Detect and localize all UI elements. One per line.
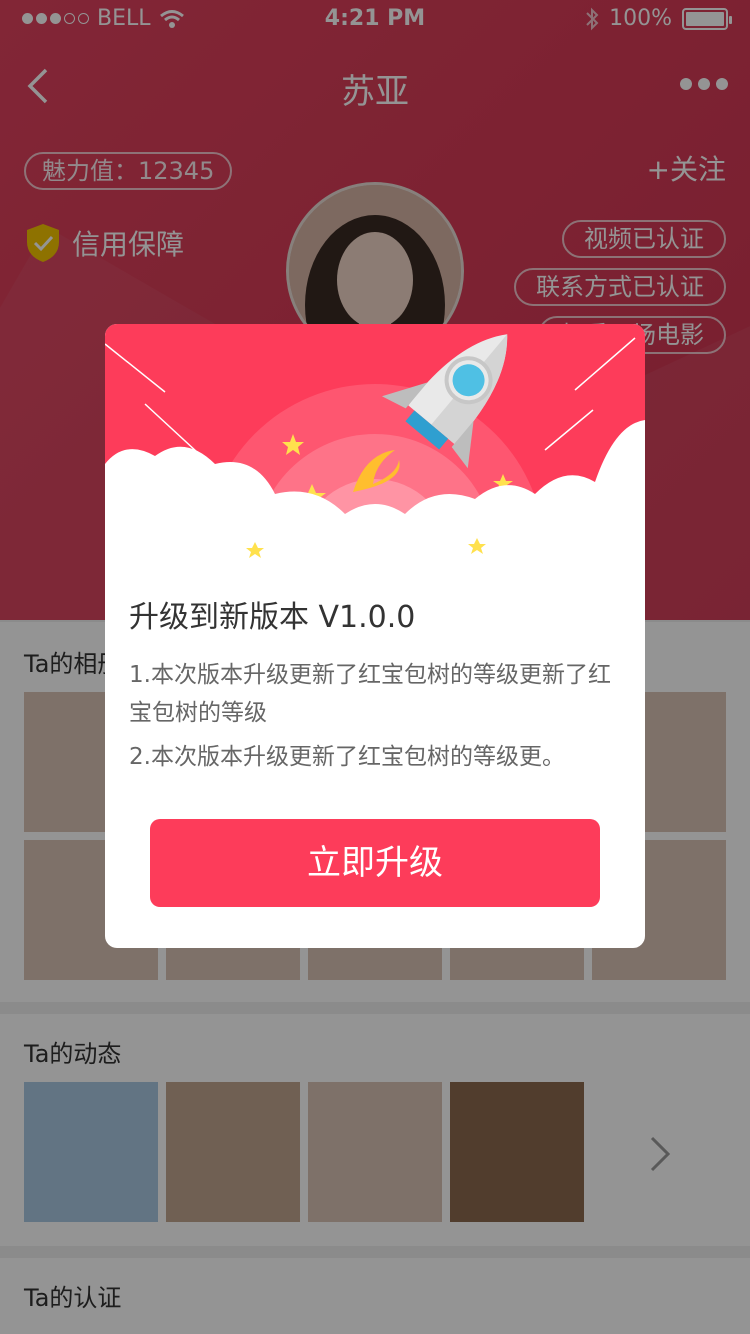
rocket-illustration xyxy=(105,324,645,564)
dialog-body: 1.本次版本升级更新了红宝包树的等级更新了红宝包树的等级 2.本次版本升级更新了… xyxy=(129,656,625,782)
dialog-title: 升级到新版本 V1.0.0 xyxy=(129,600,416,635)
upgrade-dialog: 升级到新版本 V1.0.0 1.本次版本升级更新了红宝包树的等级更新了红宝包树的… xyxy=(105,324,645,948)
upgrade-now-button[interactable]: 立即升级 xyxy=(150,819,600,907)
update-note-1: 1.本次版本升级更新了红宝包树的等级更新了红宝包树的等级 xyxy=(129,662,611,726)
update-note-2: 2.本次版本升级更新了红宝包树的等级更。 xyxy=(129,744,565,770)
